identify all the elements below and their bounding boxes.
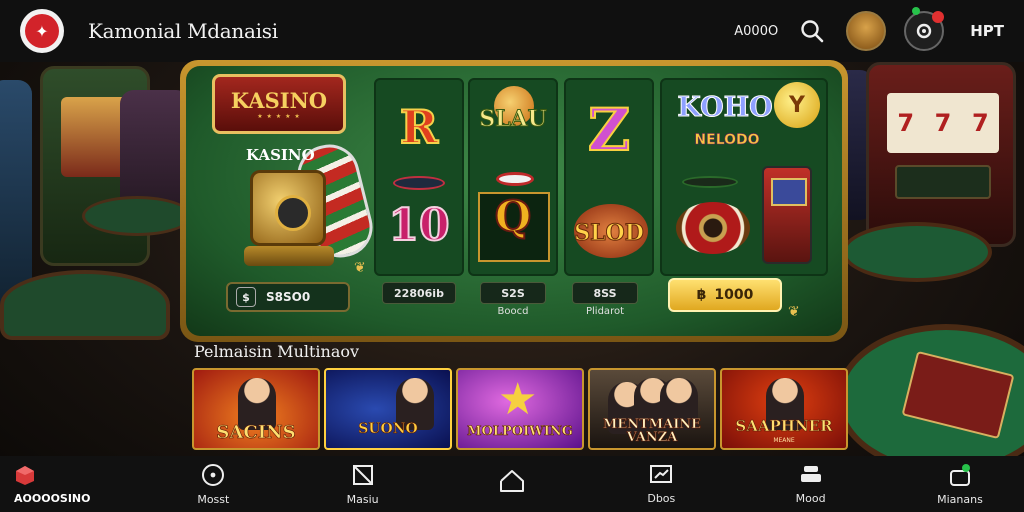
section-title: Pelmaisin Multinaov xyxy=(194,342,360,361)
map-icon xyxy=(352,464,373,485)
reel-symbol-q: Q xyxy=(494,191,533,242)
nav-item-most[interactable]: Mosst xyxy=(163,456,263,512)
reel-4: KOHO NELODO Y xyxy=(660,78,828,276)
profile-label[interactable]: HPT xyxy=(970,22,1004,40)
chip-icon xyxy=(393,176,445,190)
stat-pill: 22806ib xyxy=(382,282,456,304)
top-bar: ✦ Kamonial Mdanaisi A000O HPT xyxy=(0,0,1024,62)
reel-symbol-slau: SLAU xyxy=(479,106,548,133)
stat-caption: Boocd xyxy=(497,306,529,317)
stack-icon xyxy=(800,465,821,482)
vault-icon xyxy=(250,170,326,246)
app-logo[interactable]: ✦ xyxy=(20,9,64,53)
nav-label: Mood xyxy=(795,491,826,505)
nav-label: Masiu xyxy=(346,492,379,506)
win-value: 1000 xyxy=(714,287,754,303)
reel-2: SLAU Q xyxy=(468,78,558,276)
balance-display: A000O xyxy=(734,23,779,39)
game-title: SUONO xyxy=(358,421,418,437)
nav-label: Dbos xyxy=(647,491,676,505)
coin-icon: Y xyxy=(774,82,820,128)
house-icon xyxy=(499,470,524,492)
chip-icon xyxy=(682,176,738,188)
stat-caption: Plidarot xyxy=(586,306,624,317)
game-title: MOLPOIWING xyxy=(467,424,573,439)
game-card[interactable]: SACINS xyxy=(192,368,320,450)
game-title: SACINS xyxy=(216,422,296,443)
reel-1: R 10 xyxy=(374,78,464,276)
bg-casino-table xyxy=(0,270,170,340)
vault-label: KASINO xyxy=(246,146,315,164)
header-actions: A000O HPT xyxy=(734,7,1004,51)
vault-base xyxy=(244,246,334,266)
win-button[interactable]: ฿ 1000 xyxy=(668,278,782,312)
reel-symbol-z: Z xyxy=(587,95,631,165)
nav-item-mood[interactable]: Mood xyxy=(761,456,861,512)
nav-item-house[interactable] xyxy=(462,456,562,512)
notification-badge xyxy=(932,11,945,23)
slot-machine-icon xyxy=(762,166,812,264)
nav-label: Mianans xyxy=(937,492,983,506)
search-icon[interactable] xyxy=(796,15,828,47)
roulette-wheel-icon xyxy=(676,202,750,254)
hero-slot-game: KASINO ★ ★ ★ ★ ★ KASINO R 10 SLAU Q Z SL… xyxy=(186,66,842,336)
nav-item-mianans[interactable]: Mianans xyxy=(910,456,1010,512)
star-icon: ★ xyxy=(498,374,538,425)
nav-item-home[interactable]: AOOOOSINO xyxy=(14,456,114,512)
avatar[interactable] xyxy=(846,11,887,51)
stat-pill: 8SS xyxy=(572,282,638,304)
bg-casino-table xyxy=(82,196,192,236)
nav-label: AOOOOSINO xyxy=(14,491,91,505)
dice-icon: ✦ xyxy=(25,14,59,48)
game-card[interactable]: SUONO xyxy=(324,368,452,450)
dollar-icon: $ xyxy=(236,287,256,307)
reel-symbol-slod: SLOD xyxy=(574,220,645,247)
reel-3: Z SLOD xyxy=(564,78,654,276)
home-cube-icon xyxy=(16,465,34,485)
nav-label: Mosst xyxy=(197,492,230,506)
hero-banner[interactable]: KASINO ★ ★ ★ ★ ★ KASINO R 10 SLAU Q Z SL… xyxy=(180,60,848,342)
game-card[interactable]: MENTMAINE VANZA xyxy=(588,368,716,450)
app-title: Kamonial Mdanaisi xyxy=(88,19,278,43)
game-card[interactable]: SAAPHNER MEANE xyxy=(720,368,848,450)
reel-symbol-10: 10 xyxy=(387,199,450,252)
game-title: MENTMAINE VANZA xyxy=(602,417,702,445)
lock-icon xyxy=(949,463,970,486)
currency-icon: ฿ xyxy=(696,287,707,303)
reel-symbol-r: R xyxy=(399,99,439,155)
compass-icon xyxy=(202,463,225,486)
featured-games-row: SACINS SUONO ★ MOLPOIWING MENTMAINE VANZ… xyxy=(192,368,848,450)
casino-app: 777 ✦ Kamonial Mdanaisi A000O HPT KASINO xyxy=(0,0,1024,512)
bottom-nav: AOOOOSINO Mosst Masiu Dbos Mood Mianans xyxy=(0,456,1024,512)
nav-item-map[interactable]: Masiu xyxy=(313,456,413,512)
leaf-ornament-icon: ❦ xyxy=(354,260,366,276)
stat-pill: S2S xyxy=(480,282,546,304)
bet-amount[interactable]: $ S8SO0 xyxy=(226,282,350,312)
reel-symbol-koho: KOHO xyxy=(677,92,773,123)
nav-item-stats[interactable]: Dbos xyxy=(611,456,711,512)
settings-button[interactable] xyxy=(904,7,945,51)
gear-icon xyxy=(917,23,932,39)
bg-casino-table xyxy=(842,222,992,282)
bg-slot-machine: 777 xyxy=(866,62,1016,247)
game-title: SAAPHNER xyxy=(735,417,833,435)
chart-icon xyxy=(650,464,673,483)
bet-value: S8SO0 xyxy=(266,290,311,304)
reel-symbol-nelodo: NELODO xyxy=(694,132,760,149)
kasino-logo: KASINO ★ ★ ★ ★ ★ xyxy=(212,74,346,134)
game-subtitle: MEANE xyxy=(773,437,795,444)
online-dot xyxy=(912,7,921,15)
chip-stack-icon xyxy=(496,172,534,186)
game-card[interactable]: ★ MOLPOIWING xyxy=(456,368,584,450)
leaf-ornament-icon: ❦ xyxy=(788,304,800,320)
